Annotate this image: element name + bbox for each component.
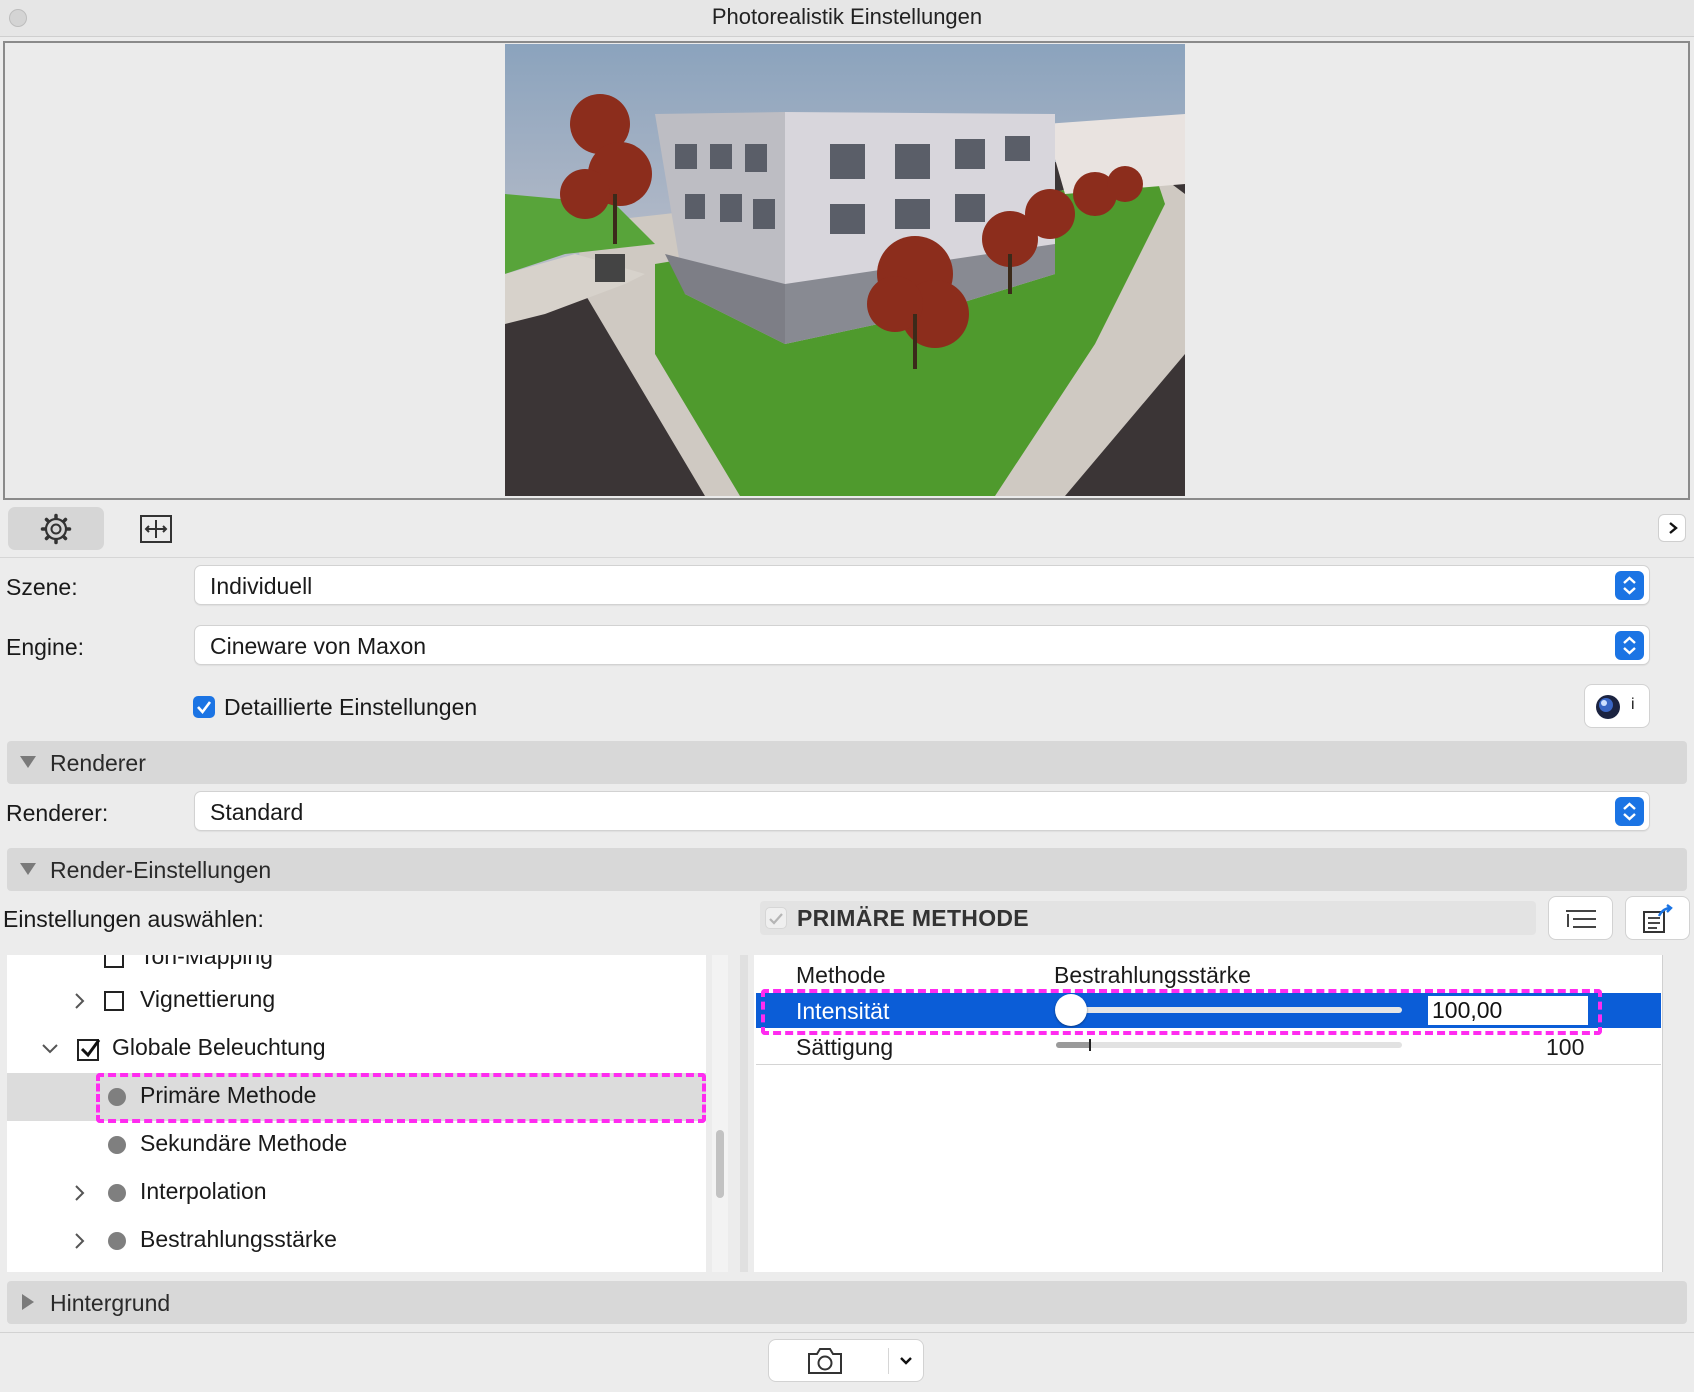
background-section-header[interactable]: Hintergrund (7, 1281, 1687, 1324)
detailed-settings-checkbox[interactable] (193, 696, 215, 718)
tree-item-label: Primäre Methode (140, 1082, 317, 1108)
chevron-right-icon (75, 1233, 85, 1249)
window-title: Photorealistik Einstellungen (711, 4, 983, 29)
disclosure-down-icon (20, 756, 36, 768)
tree-item-interpolation[interactable]: Interpolation (7, 1169, 706, 1217)
tree-item-label: Sekundäre Methode (140, 1130, 348, 1156)
render-button[interactable] (768, 1339, 924, 1382)
tree-item-secondary-method[interactable]: Sekundäre Methode (7, 1121, 706, 1169)
intensity-slider-thumb[interactable] (1055, 994, 1087, 1026)
render-settings-section-header[interactable]: Render-Einstellungen (7, 848, 1687, 891)
tree-item-irradiance[interactable]: Bestrahlungsstärke (7, 1217, 706, 1265)
intensity-label: Intensität (796, 998, 890, 1024)
camera-icon (808, 1348, 842, 1374)
tree-item-primary-method[interactable]: Primäre Methode (7, 1073, 706, 1121)
row-separator (756, 1064, 1661, 1065)
saturation-label: Sättigung (796, 1034, 894, 1060)
vignetting-checkbox[interactable] (104, 991, 124, 1011)
cineware-info-button[interactable]: i (1584, 684, 1650, 728)
engine-value: Cineware von Maxon (210, 633, 427, 659)
scene-value: Individuell (210, 573, 313, 599)
bullet-icon (108, 1136, 126, 1154)
list-icon (1566, 910, 1596, 928)
expand-panel-button[interactable] (1658, 514, 1686, 542)
renderer-label: Renderer: (6, 800, 109, 826)
checkmark-icon (769, 913, 783, 925)
chevron-down-icon[interactable] (899, 1356, 913, 1366)
scene-label: Szene: (6, 574, 78, 600)
bullet-icon (108, 1184, 126, 1202)
renderer-section-header[interactable]: Renderer (7, 741, 1687, 784)
renderer-select[interactable]: Standard (194, 791, 1650, 831)
chevron-right-icon (75, 993, 85, 1009)
tree-item-label: Globale Beleuchtung (112, 1034, 326, 1060)
chevron-right-icon (1669, 522, 1678, 534)
stepper-icon (1615, 571, 1644, 600)
info-icon: i (1631, 696, 1635, 713)
stepper-icon (1615, 631, 1644, 660)
bottom-separator (0, 1332, 1694, 1333)
method-header-title: PRIMÄRE METHODE (797, 905, 1029, 931)
background-section-title: Hintergrund (50, 1290, 171, 1316)
checkmark-icon (80, 1039, 101, 1058)
split-divider[interactable] (740, 955, 748, 1272)
close-window-button[interactable] (9, 9, 27, 27)
saturation-value[interactable]: 100 (1546, 1034, 1584, 1061)
saturation-slider-marker[interactable] (1089, 1039, 1091, 1051)
settings-tree[interactable]: Ton-Mapping Vignettierung Globale Beleuc… (7, 955, 706, 1272)
chevron-down-icon (42, 1044, 58, 1054)
gear-icon (40, 513, 72, 544)
bullet-icon (108, 1088, 126, 1106)
render-preview-image (505, 44, 1185, 496)
tree-item-label: Interpolation (140, 1178, 267, 1204)
title-bar: Photorealistik Einstellungen (0, 0, 1694, 37)
saturation-slider-track[interactable] (1056, 1042, 1402, 1048)
frame-icon (140, 514, 172, 543)
scene-select[interactable]: Individuell (194, 565, 1650, 605)
global-illumination-checkbox[interactable] (77, 1039, 101, 1061)
engine-select[interactable]: Cineware von Maxon (194, 625, 1650, 665)
engine-label: Engine: (6, 634, 85, 660)
intensity-input[interactable]: 100,00 (1428, 996, 1588, 1025)
export-icon (1643, 904, 1673, 933)
method-prop-label: Methode (796, 962, 886, 988)
intensity-slider-track[interactable] (1056, 1007, 1402, 1013)
settings-tab-button[interactable] (8, 507, 104, 550)
render-settings-section-title: Render-Einstellungen (50, 857, 272, 883)
tree-item-vignetting[interactable]: Vignettierung (7, 977, 706, 1025)
stepper-icon (1615, 797, 1644, 826)
renderer-section-title: Renderer (50, 750, 146, 776)
tree-item-label: Ton-Mapping (140, 955, 273, 969)
render-button-divider (888, 1348, 889, 1374)
saturation-slider-fill (1056, 1042, 1090, 1048)
detailed-settings-label: Detaillierte Einstellungen (224, 694, 478, 720)
chevron-right-icon (75, 1185, 85, 1201)
renderer-value: Standard (210, 799, 304, 825)
bullet-icon (108, 1232, 126, 1250)
checkmark-icon (197, 701, 212, 715)
method-prop-value[interactable]: Bestrahlungsstärke (1054, 962, 1251, 989)
tone-mapping-checkbox[interactable] (104, 955, 124, 968)
tree-item-label: Vignettierung (140, 986, 276, 1012)
tree-scrollbar-thumb[interactable] (716, 1130, 724, 1198)
tree-item-global-illumination[interactable]: Globale Beleuchtung (7, 1025, 706, 1073)
list-view-button[interactable] (1548, 896, 1613, 940)
tree-item-label: Bestrahlungsstärke (140, 1226, 337, 1252)
tree-scrollbar[interactable] (712, 955, 728, 1272)
toolbar-separator (0, 557, 1694, 558)
size-tab-button[interactable] (120, 507, 192, 550)
disclosure-down-icon (20, 863, 36, 875)
export-settings-button[interactable] (1625, 896, 1690, 940)
select-settings-label: Einstellungen auswählen: (3, 906, 264, 932)
method-header: PRIMÄRE METHODE (760, 901, 1536, 935)
method-enabled-checkbox[interactable] (765, 907, 787, 929)
disclosure-right-icon (22, 1294, 34, 1310)
cinema4d-logo-icon (1596, 695, 1620, 719)
